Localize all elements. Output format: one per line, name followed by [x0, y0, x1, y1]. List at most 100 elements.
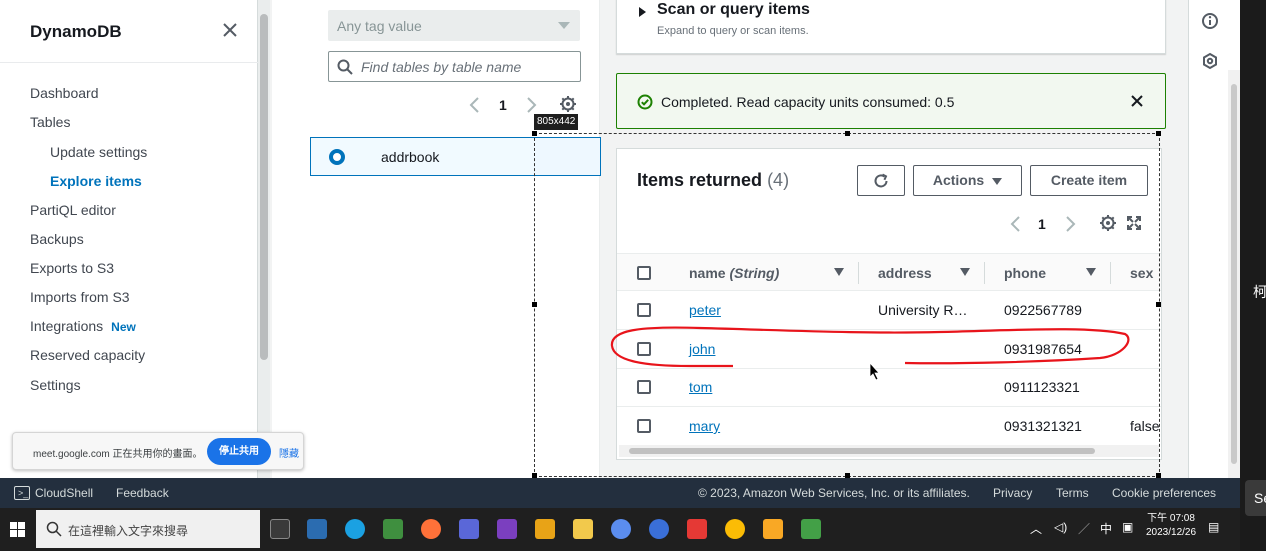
- close-icon[interactable]: [220, 20, 240, 40]
- taskbar-clock[interactable]: 下午 07:08 2023/12/26: [1146, 512, 1196, 540]
- tables-page-number[interactable]: 1: [499, 97, 507, 113]
- table-radio-selected[interactable]: [329, 149, 345, 165]
- check-circle-icon: [637, 94, 653, 115]
- row-checkbox[interactable]: [637, 342, 651, 356]
- column-header-phone[interactable]: phone: [1004, 265, 1046, 281]
- windows-start-icon[interactable]: [10, 522, 25, 542]
- table-search-box[interactable]: [328, 51, 581, 82]
- row-checkbox[interactable]: [637, 419, 651, 433]
- scrollbar-thumb[interactable]: [260, 14, 268, 360]
- nav-update-settings[interactable]: Update settings: [50, 144, 147, 160]
- app-icon[interactable]: [611, 519, 631, 539]
- pen-icon[interactable]: ／: [1078, 520, 1090, 537]
- nav-integrations[interactable]: Integrations New: [30, 318, 136, 334]
- refresh-button[interactable]: [857, 165, 905, 196]
- app-icon[interactable]: [763, 519, 783, 539]
- gear-icon[interactable]: [1099, 214, 1117, 237]
- cloudshell-icon[interactable]: >_: [14, 486, 30, 500]
- task-view-icon[interactable]: [270, 519, 290, 539]
- sublime-text-icon[interactable]: [535, 519, 555, 539]
- edge-text: 柯: [1253, 284, 1266, 300]
- column-header-name[interactable]: name (String): [689, 265, 779, 281]
- select-all-checkbox[interactable]: [637, 266, 651, 280]
- scrollbar-thumb[interactable]: [1231, 84, 1237, 464]
- column-header-address[interactable]: address: [878, 265, 932, 281]
- edge-browser-icon[interactable]: [345, 519, 365, 539]
- close-icon[interactable]: [1129, 93, 1145, 114]
- hide-share-bar-link[interactable]: 隱藏: [279, 445, 299, 460]
- cloudshell-link[interactable]: CloudShell: [35, 486, 93, 500]
- app-icon[interactable]: [459, 519, 479, 539]
- file-explorer-icon[interactable]: [573, 519, 593, 539]
- actions-button[interactable]: Actions: [913, 165, 1022, 196]
- chrome-icon[interactable]: [725, 519, 745, 539]
- app-icon[interactable]: [383, 519, 403, 539]
- nav-settings[interactable]: Settings: [30, 377, 81, 393]
- table-row[interactable]: mary 0931321321 false: [617, 407, 1161, 446]
- scrollbar-thumb[interactable]: [629, 448, 1095, 454]
- app-icon[interactable]: [801, 519, 821, 539]
- settings-hex-icon[interactable]: [1201, 52, 1219, 75]
- nav-reserved-capacity[interactable]: Reserved capacity: [30, 347, 145, 363]
- notifications-icon[interactable]: ▤: [1208, 520, 1219, 534]
- item-name-link[interactable]: peter: [689, 302, 721, 318]
- tag-value-select[interactable]: Any tag value: [328, 10, 580, 41]
- sort-caret-icon[interactable]: [960, 268, 970, 276]
- terms-link[interactable]: Terms: [1056, 486, 1089, 500]
- column-separator[interactable]: [1110, 262, 1111, 284]
- volume-icon[interactable]: ◁): [1054, 520, 1067, 534]
- column-separator[interactable]: [984, 262, 985, 284]
- chevron-up-icon[interactable]: ︿: [1030, 520, 1042, 537]
- item-name-link[interactable]: tom: [689, 379, 712, 395]
- nav-backups[interactable]: Backups: [30, 231, 84, 247]
- table-row[interactable]: tom 0911123321: [617, 368, 1161, 407]
- youtube-icon[interactable]: [687, 519, 707, 539]
- nav-partiql-editor[interactable]: PartiQL editor: [30, 202, 116, 218]
- privacy-link[interactable]: Privacy: [993, 486, 1032, 500]
- nav-dashboard[interactable]: Dashboard: [30, 85, 99, 101]
- app-icon[interactable]: [307, 519, 327, 539]
- sidebar-scrollbar[interactable]: [258, 0, 270, 478]
- nav-integrations-label: Integrations: [30, 318, 104, 334]
- table-row[interactable]: john 0931987654: [617, 330, 1161, 369]
- nav-tables[interactable]: Tables: [30, 114, 70, 130]
- scan-query-panel[interactable]: Scan or query items Expand to query or s…: [616, 0, 1166, 54]
- column-separator[interactable]: [858, 262, 859, 284]
- expand-caret-icon[interactable]: [639, 7, 646, 17]
- items-page-number[interactable]: 1: [1038, 216, 1046, 232]
- stop-sharing-button[interactable]: 停止共用: [207, 438, 271, 465]
- selection-dimension-label: 805x442: [534, 114, 579, 130]
- page-scrollbar[interactable]: [1228, 70, 1240, 478]
- feedback-link[interactable]: Feedback: [116, 486, 169, 500]
- resize-handle[interactable]: [1156, 131, 1161, 136]
- visual-studio-icon[interactable]: [497, 519, 517, 539]
- chevron-left-icon[interactable]: [1009, 215, 1023, 238]
- expand-icon[interactable]: [1126, 215, 1142, 236]
- nav-explore-items[interactable]: Explore items: [50, 173, 142, 189]
- edge-text: Se: [1254, 490, 1266, 506]
- column-header-sex[interactable]: sex: [1130, 265, 1153, 281]
- chevron-left-icon[interactable]: [468, 96, 482, 119]
- nav-imports-from-s3[interactable]: Imports from S3: [30, 289, 130, 305]
- info-icon[interactable]: [1201, 12, 1219, 35]
- horizontal-scrollbar[interactable]: [619, 445, 1159, 457]
- chevron-right-icon[interactable]: [1063, 215, 1077, 238]
- item-name-link[interactable]: john: [689, 341, 715, 357]
- cookie-preferences-link[interactable]: Cookie preferences: [1112, 486, 1216, 500]
- taskbar-search-box[interactable]: 在這裡輸入文字來搜尋: [36, 510, 260, 548]
- items-title-text: Items returned: [637, 170, 763, 190]
- row-checkbox[interactable]: [637, 303, 651, 317]
- ime-indicator[interactable]: 中: [1100, 520, 1112, 537]
- table-row[interactable]: peter University R… 0922567789: [617, 291, 1161, 330]
- row-checkbox[interactable]: [637, 380, 651, 394]
- nav-exports-to-s3[interactable]: Exports to S3: [30, 260, 114, 276]
- table-search-input[interactable]: [361, 57, 571, 77]
- sort-caret-icon[interactable]: [834, 268, 844, 276]
- firefox-icon[interactable]: [421, 519, 441, 539]
- item-name-link[interactable]: mary: [689, 418, 720, 434]
- keyboard-icon[interactable]: ▣: [1122, 520, 1133, 534]
- app-icon[interactable]: [649, 519, 669, 539]
- sort-caret-icon[interactable]: [1086, 268, 1096, 276]
- create-item-button[interactable]: Create item: [1030, 165, 1148, 196]
- resize-handle[interactable]: [845, 131, 850, 136]
